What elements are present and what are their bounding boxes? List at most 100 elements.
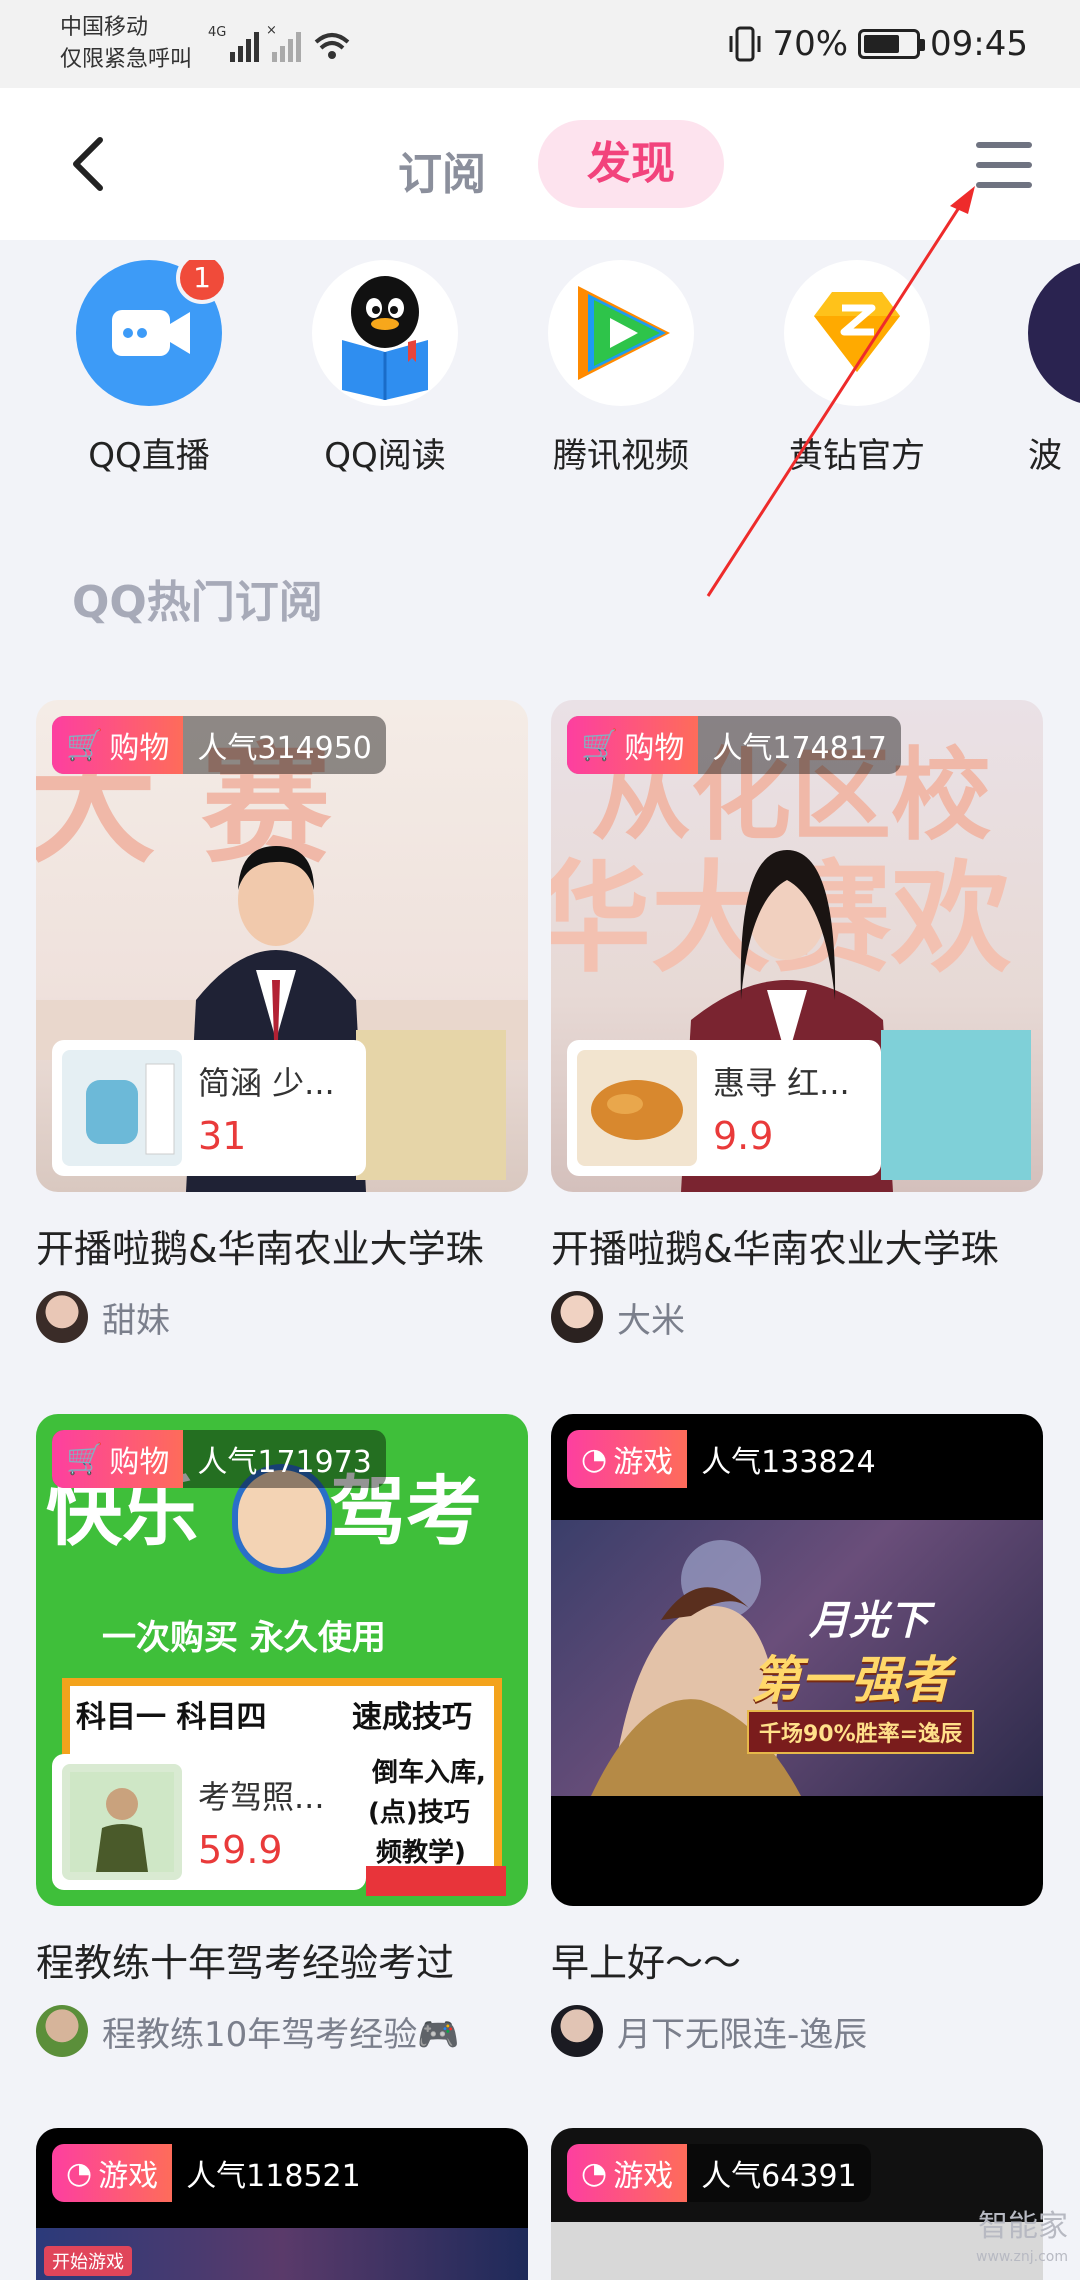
poster-text: 科目一 科目四: [76, 1700, 267, 1735]
card-live-2[interactable]: 从化区校 华大赛欢 🛒购物 人气174817 惠寻 红... 9.9 开播啦鹅&…: [551, 700, 1043, 1343]
author-name: 甜妹: [102, 1300, 170, 1341]
poster-text: 千场90%胜率=逸辰: [747, 1710, 975, 1754]
tag-label: 游戏: [613, 2159, 674, 2194]
card-title: 早上好～～: [551, 1941, 742, 1985]
card-thumbnail: ◔ 游戏 人气64391: [551, 2128, 1043, 2280]
svg-text:4G: 4G: [208, 25, 226, 40]
card-tag: 🛒 购物 人气314950: [52, 716, 386, 774]
status-bar: 中国移动 仅限紧急呼叫 4G × 70% 09:45: [0, 0, 1080, 88]
cart-icon: 🛒: [581, 727, 619, 763]
entry-partial[interactable]: 波: [998, 260, 1080, 477]
card-author[interactable]: 月下无限连-逸辰: [551, 2005, 1043, 2057]
tag-label: 购物: [109, 731, 170, 766]
carrier-name: 中国移动: [60, 15, 149, 40]
goods-image: [62, 1050, 182, 1166]
watermark: 智能家 www.znj.com: [976, 2212, 1068, 2272]
status-right: 70% 09:45: [728, 20, 1028, 68]
card-title: 开播啦鹅&华南农业大学珠: [551, 1227, 999, 1271]
card-live-6[interactable]: ◔ 游戏 人气64391: [551, 2128, 1043, 2280]
card-thumbnail: 开始游戏 ◔ 游戏 人气118521: [36, 2128, 528, 2280]
poster-text: 速成技巧: [352, 1700, 472, 1735]
game-icon: ◔: [581, 1441, 608, 1477]
tab-discover[interactable]: 发现: [538, 120, 724, 208]
card-live-1[interactable]: 大 赛 🛒 购物 人气314950 简涵 少... 31 开播啦鹅&华南农业大学珠…: [36, 700, 528, 1343]
goods-image: [577, 1050, 697, 1166]
play-icon: [548, 260, 694, 406]
partial-app-icon: [1028, 260, 1080, 406]
quick-entry-row: 1 QQ直播 QQ阅读 腾讯视频 黄钻官方 波: [0, 260, 1080, 490]
tab-subscribe[interactable]: 订阅: [398, 138, 486, 202]
entry-label: 黄钻官方: [789, 436, 925, 476]
poster-text: (点)技巧: [368, 1798, 470, 1828]
carrier-note: 仅限紧急呼叫: [60, 47, 193, 72]
popularity-count: 人气171973: [197, 1445, 372, 1480]
qq-live-icon: 1: [76, 260, 228, 406]
entry-label: 腾讯视频: [553, 436, 689, 476]
back-arrow-icon[interactable]: [60, 132, 120, 196]
goods-name: 惠寻 红...: [713, 1064, 850, 1102]
entry-yellow-diamond[interactable]: 黄钻官方: [762, 260, 952, 477]
card-live-5[interactable]: 开始游戏 ◔ 游戏 人气118521: [36, 2128, 528, 2280]
vibrate-icon: [729, 26, 761, 62]
battery-percent: 70%: [772, 24, 849, 64]
yellow-diamond-icon: [784, 260, 930, 406]
avatar: [551, 1291, 603, 1343]
card-title: 开播啦鹅&华南农业大学珠: [36, 1227, 484, 1271]
avatar: [36, 2005, 88, 2057]
cart-icon: 🛒: [66, 727, 104, 763]
goods-name: 考驾照...: [198, 1778, 325, 1816]
avatar: [551, 2005, 603, 2057]
poster-text: 一次购买 永久使用: [102, 1618, 386, 1658]
card-tag: ◔ 游戏 人气64391: [567, 2144, 871, 2202]
clock: 09:45: [930, 24, 1028, 64]
game-icon: ◔: [581, 2155, 608, 2191]
card-title: 程教练十年驾考经验考过: [36, 1941, 455, 1985]
goods-card[interactable]: 考驾照... 59.9: [52, 1754, 366, 1890]
carrier-info: 中国移动 仅限紧急呼叫: [60, 12, 192, 76]
goods-price: 9.9: [713, 1114, 774, 1158]
section-title: QQ热门订阅: [72, 577, 323, 628]
watermark-text: 智能家: [978, 2209, 1068, 2244]
card-live-3[interactable]: 快乐 驾考 一次购买 永久使用 科目一 科目四 速成技巧 倒车入库, (点)技巧…: [36, 1414, 528, 2057]
card-tag: ◔ 游戏 人气133824: [567, 1430, 890, 1488]
watermark-url: www.znj.com: [976, 2249, 1068, 2265]
popularity-count: 人气118521: [186, 2159, 361, 2194]
card-author[interactable]: 程教练10年驾考经验🎮: [36, 2005, 528, 2057]
goods-image: [62, 1764, 182, 1880]
card-thumbnail: 月光下 第一强者 千场90%胜率=逸辰 ◔ 游戏 人气133824: [551, 1414, 1043, 1906]
game-icon: ◔: [66, 2155, 93, 2191]
author-name: 大米: [617, 1300, 685, 1341]
svg-text:×: ×: [266, 23, 277, 38]
entry-qq-live[interactable]: 1 QQ直播: [54, 260, 244, 477]
entry-label: QQ阅读: [324, 436, 446, 476]
tag-label: 购物: [624, 731, 685, 766]
entry-tencent-video[interactable]: 腾讯视频: [526, 260, 716, 477]
card-tag: 🛒 购物 人气174817: [567, 716, 901, 774]
game-start-label: 开始游戏: [44, 2246, 132, 2276]
goods-price: 31: [198, 1114, 247, 1158]
menu-icon[interactable]: [976, 142, 1032, 190]
popularity-count: 人气174817: [712, 731, 887, 766]
popularity-count: 人气64391: [701, 2159, 857, 2194]
card-thumbnail: 大 赛 🛒 购物 人气314950 简涵 少... 31: [36, 700, 528, 1192]
card-thumbnail: 从化区校 华大赛欢 🛒购物 人气174817 惠寻 红... 9.9: [551, 700, 1043, 1192]
popularity-count: 人气314950: [197, 731, 372, 766]
goods-name: 简涵 少...: [198, 1064, 335, 1102]
card-author[interactable]: 大米: [551, 1291, 1043, 1343]
goods-price: 59.9: [198, 1828, 283, 1872]
poster-text: 月光下: [809, 1598, 929, 1644]
battery-icon: [858, 29, 926, 59]
goods-card[interactable]: 惠寻 红... 9.9: [567, 1040, 881, 1176]
entry-qq-read[interactable]: QQ阅读: [290, 260, 480, 477]
tag-label: 游戏: [613, 1445, 674, 1480]
goods-card[interactable]: 简涵 少... 31: [52, 1040, 366, 1176]
penguin-reading-icon: [312, 260, 458, 406]
entry-label: 波: [1028, 436, 1062, 476]
popularity-count: 人气133824: [701, 1445, 876, 1480]
card-author[interactable]: 甜妹: [36, 1291, 528, 1343]
poster-text: 频教学): [376, 1838, 466, 1868]
card-live-4[interactable]: 月光下 第一强者 千场90%胜率=逸辰 ◔ 游戏 人气133824 早上好～～ 月…: [551, 1414, 1043, 2057]
author-name: 程教练10年驾考经验🎮: [102, 2014, 460, 2055]
poster-text: 第一强者: [751, 1651, 951, 1709]
card-thumbnail: 快乐 驾考 一次购买 永久使用 科目一 科目四 速成技巧 倒车入库, (点)技巧…: [36, 1414, 528, 1906]
